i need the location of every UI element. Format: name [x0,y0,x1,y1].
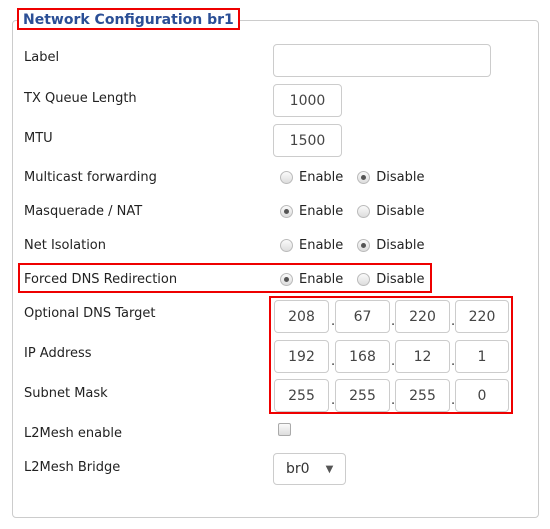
multicast-enable-radio[interactable] [280,171,293,184]
forced-dns-enable-label[interactable]: Enable [299,272,343,287]
masquerade-disable-label[interactable]: Disable [376,204,424,219]
isolation-radio-group: Enable Disable [280,238,425,253]
masquerade-label: Masquerade / NAT [24,204,143,219]
isolation-disable-radio[interactable] [357,239,371,252]
mtu-input[interactable]: 1500 [273,124,342,157]
section-title: Network Configuration br1 [17,8,240,30]
ip-address-label: IP Address [24,346,92,361]
label-input[interactable] [273,44,491,77]
forced-dns-disable-label[interactable]: Disable [376,272,424,287]
isolation-disable-label[interactable]: Disable [376,238,424,253]
masquerade-enable-label[interactable]: Enable [299,204,343,219]
multicast-label: Multicast forwarding [24,170,157,185]
l2mesh-enable-label: L2Mesh enable [24,426,122,441]
ip-address-octet-1[interactable]: 192 [274,340,329,373]
txqueue-label: TX Queue Length [24,91,137,106]
l2mesh-enable-checkbox[interactable] [278,423,291,436]
masquerade-disable-radio[interactable] [357,205,371,218]
isolation-label: Net Isolation [24,238,106,253]
dns-target-octet-4[interactable]: 220 [455,300,509,333]
ip-address-octet-4[interactable]: 1 [455,340,509,373]
forced-dns-radio-group: Enable Disable [280,272,425,287]
dns-target-label: Optional DNS Target [24,306,156,321]
dns-target-octet-1[interactable]: 208 [274,300,329,333]
l2mesh-bridge-label: L2Mesh Bridge [24,460,121,475]
multicast-enable-label[interactable]: Enable [299,170,343,185]
multicast-disable-label[interactable]: Disable [376,170,424,185]
multicast-disable-radio[interactable] [357,171,371,184]
txqueue-input[interactable]: 1000 [273,84,342,117]
isolation-enable-radio[interactable] [280,239,293,252]
subnet-mask-label: Subnet Mask [24,386,108,401]
forced-dns-disable-radio[interactable] [357,273,371,286]
l2mesh-bridge-select[interactable]: br0 ▼ [273,453,346,485]
subnet-mask-octet-1[interactable]: 255 [274,379,329,412]
dns-target-octet-2[interactable]: 67 [335,300,390,333]
multicast-radio-group: Enable Disable [280,170,425,185]
masquerade-enable-radio[interactable] [280,205,293,218]
label-field-label: Label [24,50,60,65]
subnet-mask-octet-4[interactable]: 0 [455,379,509,412]
isolation-enable-label[interactable]: Enable [299,238,343,253]
dns-target-octet-3[interactable]: 220 [395,300,450,333]
ip-address-octet-2[interactable]: 168 [335,340,390,373]
chevron-down-icon: ▼ [325,463,334,475]
mtu-label: MTU [24,131,53,146]
ip-address-octet-3[interactable]: 12 [395,340,450,373]
subnet-mask-octet-2[interactable]: 255 [335,379,390,412]
forced-dns-label: Forced DNS Redirection [24,272,178,287]
subnet-mask-octet-3[interactable]: 255 [395,379,450,412]
masquerade-radio-group: Enable Disable [280,204,425,219]
l2mesh-bridge-value: br0 [286,461,310,477]
forced-dns-enable-radio[interactable] [280,273,293,286]
